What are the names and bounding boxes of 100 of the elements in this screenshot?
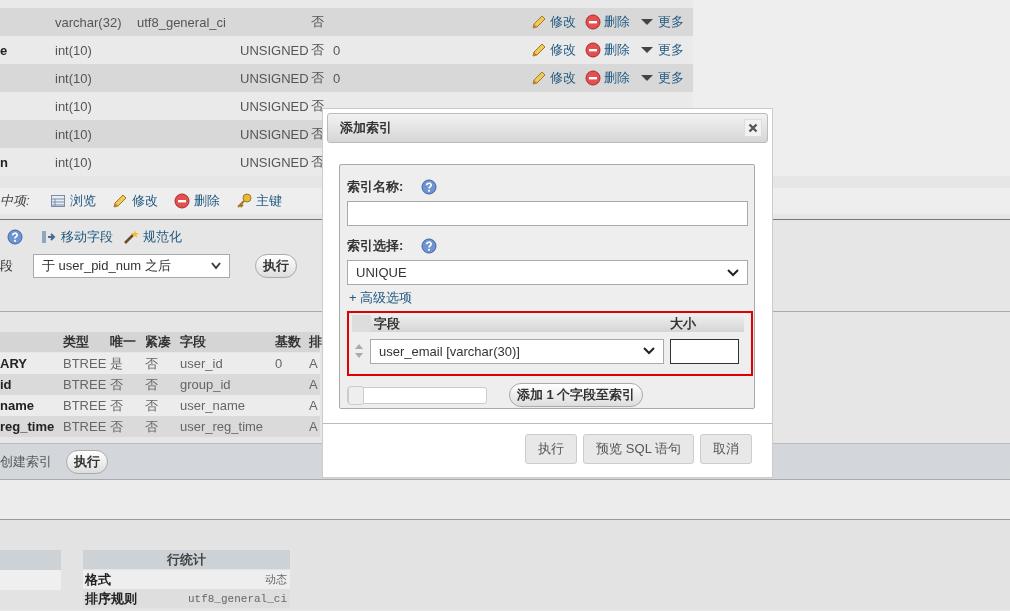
minus-circle-icon [173, 193, 190, 209]
table-cell-text: 否 [311, 41, 325, 59]
column-header: 排 [309, 333, 320, 351]
action-link[interactable]: 修改 [550, 13, 576, 31]
size-field[interactable] [670, 338, 739, 364]
column-header: 紧凑 [145, 333, 172, 351]
table-cell-text: int(10) [54, 126, 93, 142]
column-header: 字段 [180, 333, 207, 351]
slider-handle[interactable] [348, 385, 364, 405]
action-link[interactable]: 修改 [550, 69, 576, 87]
action-link[interactable]: 删除 [604, 41, 630, 59]
field-label: 段 [0, 257, 14, 275]
stat-value: 动态 [265, 573, 287, 587]
table-cell-text: 0 [333, 70, 342, 86]
toolbar-link[interactable]: 移动字段 [61, 228, 113, 246]
table-cell-text: group_id [180, 377, 232, 392]
table-cell-text: 否 [110, 417, 124, 436]
pencil-icon [531, 42, 547, 58]
field-name: n [0, 154, 9, 170]
execute-button[interactable]: 执行 [66, 449, 108, 474]
close-icon [748, 123, 758, 133]
table-cell-text: 是 [110, 354, 124, 373]
column-header: 类型 [63, 333, 90, 351]
help-icon[interactable] [421, 238, 438, 254]
column-header: 字段 [370, 315, 667, 332]
table-cell-text: 否 [311, 69, 325, 87]
help-icon[interactable] [7, 229, 23, 245]
minus-circle-icon [585, 70, 601, 86]
table-cell-text: BTREE [63, 356, 108, 371]
pencil-icon [531, 14, 547, 30]
chevron-icon [211, 262, 221, 270]
pencil-icon [111, 193, 128, 209]
table-cell-text: A [309, 419, 319, 434]
table-cell-text: 否 [145, 396, 159, 415]
table-cell-text: user_name [180, 398, 247, 413]
table-cell-text: 否 [145, 375, 159, 394]
stat-label: 格式 [85, 570, 111, 589]
table-cell-text: BTREE [63, 377, 108, 392]
index-name: name [0, 398, 35, 413]
table-cell-text: BTREE [63, 398, 108, 413]
table-cell-text: UNSIGNED [240, 42, 310, 58]
table-cell-text: 否 [110, 375, 124, 394]
action-link[interactable]: 更多 [658, 13, 684, 31]
table-cell-text: UNSIGNED [240, 70, 310, 86]
column-header: 大小 [666, 315, 744, 332]
add-column-button[interactable]: 添加 1 个字段至索引 [509, 383, 644, 407]
stat-label: 排序规则 [85, 589, 137, 608]
table-cell-text: int(10) [54, 42, 93, 58]
advanced-options-link[interactable]: + 高级选项 [349, 289, 413, 307]
action-link[interactable]: 删除 [604, 13, 630, 31]
pencil-icon [531, 70, 547, 86]
table-header-cell [352, 315, 371, 332]
table-cell-text: 否 [145, 354, 159, 373]
table-cell-text: 否 [145, 417, 159, 436]
selection-label: 中项: [0, 192, 30, 210]
stat-value: utf8_general_ci [187, 592, 287, 605]
field-name: e [0, 42, 9, 58]
toolbar-link[interactable]: 浏览 [69, 192, 96, 210]
table-icon [49, 193, 66, 209]
table-cell-text: UNSIGNED [240, 154, 310, 170]
table-cell-text: varchar(32) [54, 14, 123, 30]
index-type-select[interactable]: UNIQUE [347, 260, 748, 285]
table-cell-text: user_id [180, 356, 224, 371]
chevron-icon [727, 268, 739, 277]
close-button[interactable] [744, 119, 762, 137]
toolbar-link[interactable]: 规范化 [143, 228, 182, 246]
column-header: 唯一 [110, 333, 137, 351]
table-cell-text: 否 [311, 13, 325, 31]
toolbar-link[interactable]: 删除 [193, 192, 220, 210]
drag-handle-icon[interactable] [354, 343, 364, 359]
execute-button[interactable]: 执行 [255, 254, 297, 278]
column-header: 基数 [275, 333, 302, 351]
table-cell-text: int(10) [54, 70, 93, 86]
index-name: ARY [0, 356, 28, 371]
toolbar-link[interactable]: 修改 [131, 192, 158, 210]
table-cell-text: A [309, 398, 319, 413]
help-icon[interactable] [421, 179, 438, 195]
minus-circle-icon [585, 42, 601, 58]
table-cell-text: A [309, 356, 319, 371]
toolbar-link[interactable]: 主键 [255, 192, 282, 210]
index-name: reg_time [0, 419, 56, 434]
table-cell-text: utf8_general_ci [137, 14, 227, 30]
table-cell-text: 0 [275, 356, 284, 371]
dialog-button[interactable]: 执行 [525, 434, 578, 464]
dialog-button[interactable]: 取消 [700, 434, 752, 464]
action-link[interactable]: 更多 [658, 69, 684, 87]
table-cell-text: UNSIGNED [240, 126, 310, 142]
dialog-title: 添加索引 [340, 119, 392, 137]
field-label: 索引名称: [347, 178, 404, 196]
table-cell-text: BTREE [63, 419, 108, 434]
dialog-button[interactable]: 预览 SQL 语句 [583, 434, 694, 464]
count-slider[interactable] [347, 386, 487, 404]
table-cell-text: 0 [333, 42, 342, 58]
column-select[interactable]: user_email [varchar(30)] [370, 338, 664, 364]
create-index-label: 创建索引 [0, 452, 52, 471]
action-link[interactable]: 删除 [604, 69, 630, 87]
action-link[interactable]: 更多 [658, 41, 684, 59]
position-select[interactable]: 于 user_pid_num 之后 [33, 254, 230, 278]
action-link[interactable]: 修改 [550, 41, 576, 59]
index-name-field[interactable] [347, 201, 748, 226]
